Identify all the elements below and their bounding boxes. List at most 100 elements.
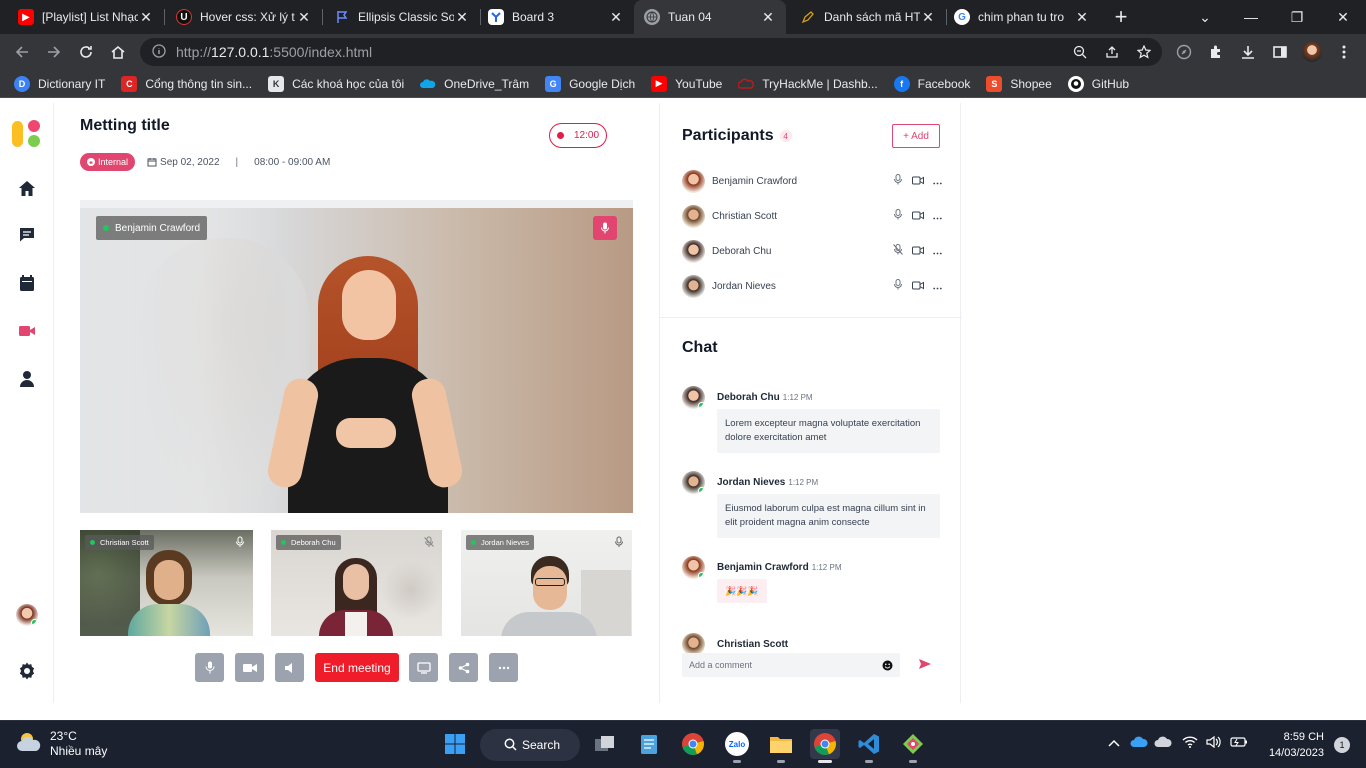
notification-badge[interactable]: 1 [1334, 737, 1350, 753]
mute-microphone-button[interactable] [195, 653, 224, 682]
video-thumbnail[interactable]: Deborah Chu [271, 530, 442, 636]
bookmark-youtube[interactable]: ▶ YouTube [651, 75, 722, 92]
close-icon[interactable]: ✕ [138, 9, 154, 26]
bookmark-onedrive[interactable]: OneDrive_Trâm [420, 76, 529, 92]
bookmark-cong-thong-tin[interactable]: C Cổng thông tin sin... [121, 75, 252, 92]
taskbar-search[interactable]: Search [480, 729, 580, 761]
info-icon[interactable] [152, 43, 166, 61]
microphone-icon[interactable] [893, 172, 903, 190]
chat-icon[interactable] [15, 223, 39, 247]
close-icon[interactable]: ✕ [920, 9, 936, 26]
video-thumbnail[interactable]: Jordan Nieves [461, 530, 632, 636]
comment-input[interactable] [689, 660, 882, 670]
bookmark-star-icon[interactable] [1136, 44, 1152, 60]
microphone-off-icon[interactable] [893, 242, 903, 260]
close-icon[interactable]: ✕ [608, 9, 624, 26]
calendar-icon[interactable] [15, 271, 39, 295]
extensions-icon[interactable] [1204, 40, 1228, 64]
home-icon[interactable] [106, 40, 130, 64]
bookmark-shopee[interactable]: S Shopee [986, 75, 1052, 92]
menu-icon[interactable] [1332, 40, 1356, 64]
close-icon[interactable]: ✕ [296, 9, 312, 26]
more-icon[interactable] [933, 277, 942, 295]
address-bar[interactable]: http://127.0.0.1:5500/index.html [140, 38, 1162, 66]
tray-chevron-icon[interactable] [1108, 735, 1120, 753]
more-icon[interactable] [933, 207, 942, 225]
home-icon[interactable] [15, 177, 39, 201]
close-icon[interactable]: ✕ [760, 9, 776, 26]
more-icon[interactable] [933, 172, 942, 190]
microphone-icon[interactable] [893, 207, 903, 225]
participant-row[interactable]: Benjamin Crawford [682, 169, 942, 193]
video-camera-icon[interactable] [912, 277, 924, 295]
tab-hover-css[interactable]: U Hover css: Xử lý t ✕ [166, 0, 322, 34]
vscode-icon[interactable] [854, 729, 884, 763]
more-icon[interactable] [933, 242, 942, 260]
participant-row[interactable]: Deborah Chu [682, 239, 942, 263]
microphone-off-icon[interactable] [423, 535, 435, 547]
user-icon[interactable] [15, 367, 39, 391]
system-clock[interactable]: 8:59 CH 14/03/2023 [1269, 729, 1324, 761]
end-meeting-button[interactable]: End meeting [315, 653, 399, 682]
tab-tuan-04[interactable]: Tuan 04 ✕ [634, 0, 786, 34]
camera-button[interactable] [235, 653, 264, 682]
tab-chim-phan-tu[interactable]: G chim phan tu tro ✕ [944, 0, 1100, 34]
wifi-icon[interactable] [1182, 735, 1198, 753]
tab-danh-sach[interactable]: Danh sách mã HT ✕ [790, 0, 946, 34]
download-icon[interactable] [1236, 40, 1260, 64]
zoom-icon[interactable] [1072, 44, 1088, 60]
add-participant-button[interactable]: + Add [892, 124, 940, 148]
recording-timer[interactable]: 12:00 [549, 123, 607, 148]
close-icon[interactable]: ✕ [1074, 9, 1090, 26]
tab-board[interactable]: Board 3 ✕ [478, 0, 634, 34]
microphone-icon[interactable] [613, 535, 625, 547]
notepad-icon[interactable] [634, 729, 664, 759]
main-video[interactable]: Benjamin Crawford [80, 208, 633, 513]
tab-playlist[interactable]: ▶ [Playlist] List Nhạc ✕ [8, 0, 164, 34]
file-explorer-icon[interactable] [766, 729, 796, 763]
more-options-button[interactable] [489, 653, 518, 682]
settings-gear-icon[interactable] [15, 659, 39, 683]
share-button[interactable] [449, 653, 478, 682]
battery-icon[interactable] [1230, 735, 1248, 753]
tab-ellipsis[interactable]: Ellipsis Classic So ✕ [324, 0, 480, 34]
new-tab-icon[interactable]: + [1108, 4, 1134, 30]
reload-icon[interactable] [74, 40, 98, 64]
restore-icon[interactable]: ❐ [1274, 0, 1320, 34]
bookmark-tryhackme[interactable]: TryHackMe | Dashb... [738, 76, 878, 92]
emoji-icon[interactable] [882, 660, 893, 671]
cloud-tray-icon[interactable] [1154, 735, 1172, 753]
bookmark-google-dich[interactable]: G Google Dịch [545, 75, 635, 92]
chrome-profile-icon[interactable] [810, 729, 840, 763]
minimize-icon[interactable]: — [1228, 0, 1274, 34]
microphone-icon[interactable] [593, 216, 617, 240]
bookmark-facebook[interactable]: f Facebook [893, 75, 970, 92]
zalo-icon[interactable]: Zalo [722, 729, 752, 763]
side-panel-icon[interactable] [1268, 40, 1292, 64]
video-camera-icon[interactable] [912, 207, 924, 225]
video-camera-icon[interactable] [15, 319, 39, 343]
current-user-avatar[interactable] [15, 603, 39, 627]
snipping-tool-icon[interactable] [898, 729, 928, 763]
task-view-icon[interactable] [590, 729, 620, 759]
share-icon[interactable] [1104, 44, 1120, 60]
volume-icon[interactable] [1206, 735, 1222, 753]
microphone-icon[interactable] [893, 277, 903, 295]
close-window-icon[interactable]: ✕ [1320, 0, 1366, 34]
video-camera-icon[interactable] [912, 172, 924, 190]
screen-share-button[interactable] [409, 653, 438, 682]
back-icon[interactable] [10, 40, 34, 64]
microphone-icon[interactable] [234, 535, 246, 547]
bookmark-github[interactable]: GitHub [1067, 75, 1129, 92]
chrome-icon[interactable] [678, 729, 708, 759]
close-icon[interactable]: ✕ [454, 9, 470, 26]
bookmark-dictionary-it[interactable]: D Dictionary IT [14, 75, 105, 92]
forward-icon[interactable] [42, 40, 66, 64]
participant-row[interactable]: Jordan Nieves [682, 274, 942, 298]
video-camera-icon[interactable] [912, 242, 924, 260]
send-icon[interactable] [918, 657, 932, 671]
weather-widget[interactable]: 23°C Nhiều mây [16, 729, 107, 759]
onedrive-tray-icon[interactable] [1130, 735, 1148, 753]
video-thumbnail[interactable]: Christian Scott [80, 530, 253, 636]
participant-row[interactable]: Christian Scott [682, 204, 942, 228]
